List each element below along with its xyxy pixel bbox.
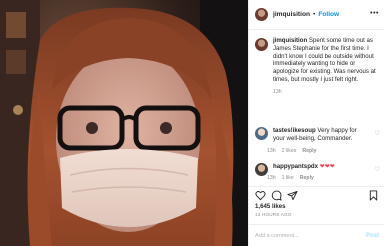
comment-meta: 13h 2 likes Reply [267, 148, 317, 154]
follow-button[interactable]: Follow [318, 11, 339, 18]
comment-meta: 13h 1 like Reply [267, 175, 314, 181]
comment-username[interactable]: happypantspdx [273, 163, 318, 170]
heart-icon[interactable] [255, 190, 266, 201]
reply-button[interactable]: Reply [300, 175, 314, 181]
comment-username[interactable]: tastes!ikesoup [273, 127, 316, 134]
share-icon[interactable] [287, 190, 298, 201]
selfie-image [0, 0, 248, 246]
caption-text: Spent some time out as James Stephanie f… [273, 37, 376, 83]
comment-body: tastes!ikesoup Very happy for your well-… [273, 127, 365, 143]
comment-icon[interactable] [271, 190, 282, 201]
comment-composer: Post [249, 224, 384, 246]
caption-timestamp: 13h [273, 89, 282, 95]
post-sidebar: jimquisition • Follow ••• jimquisition S… [248, 0, 384, 246]
caption-username[interactable]: jimquisition [273, 37, 307, 44]
post-author-username[interactable]: jimquisition [273, 11, 310, 18]
comment-likes-count[interactable]: 2 likes [282, 148, 297, 154]
post-caption: jimquisition Spent some time out as Jame… [255, 37, 381, 84]
comment-timestamp: 13h [267, 175, 276, 181]
post-timestamp[interactable]: 13 HOURS AGO [255, 212, 292, 217]
comment-like-heart-icon[interactable]: ♡ [375, 130, 380, 137]
avatar[interactable] [255, 8, 268, 21]
caption-avatar[interactable] [255, 38, 268, 51]
comment-item: tastes!ikesoup Very happy for your well-… [255, 127, 381, 143]
comment-likes-count[interactable]: 1 like [282, 175, 294, 181]
post-header: jimquisition • Follow ••• [249, 0, 384, 30]
caption-body: jimquisition Spent some time out as Jame… [273, 37, 381, 84]
post-comment-button[interactable]: Post [366, 233, 379, 239]
action-bar [249, 186, 384, 201]
avatar[interactable] [255, 127, 268, 140]
likes-count[interactable]: 1,645 likes [255, 203, 286, 210]
comment-input[interactable] [255, 232, 355, 239]
more-options-icon[interactable]: ••• [370, 10, 379, 17]
comment-hearts: ❤❤❤ [319, 164, 335, 170]
post-photo[interactable] [0, 0, 248, 246]
reply-button[interactable]: Reply [302, 148, 316, 154]
comment-timestamp: 13h [267, 148, 276, 154]
bookmark-icon[interactable] [368, 190, 379, 201]
separator-dot: • [313, 11, 316, 18]
comment-like-heart-icon[interactable]: ♡ [375, 166, 380, 173]
